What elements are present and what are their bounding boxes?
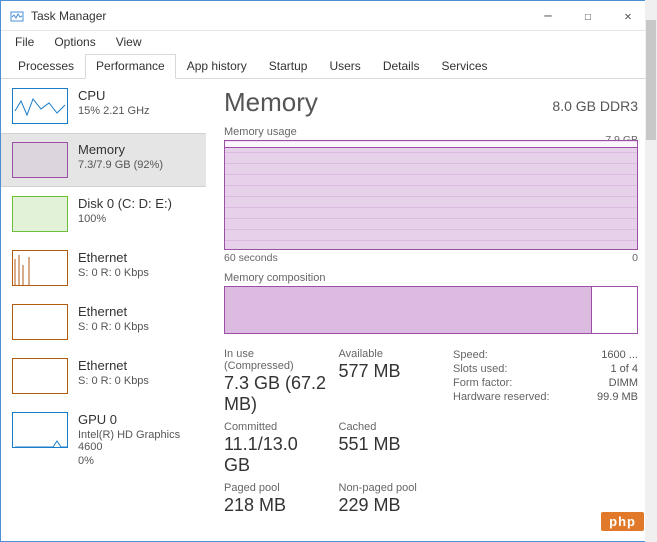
cached-value: 551 MB [339, 434, 442, 455]
sidebar-item-title: GPU 0 [78, 412, 195, 427]
thumb-graph [12, 88, 68, 124]
memory-composition-graph[interactable] [224, 286, 638, 334]
memory-usage-graph[interactable] [224, 140, 638, 250]
spec-key: Speed: [453, 349, 488, 361]
thumb-graph [12, 304, 68, 340]
thumb-graph [12, 250, 68, 286]
page-title: Memory [224, 87, 318, 118]
composition-label: Memory composition [224, 272, 638, 284]
composition-available [592, 287, 637, 333]
sidebar-item-title: Ethernet [78, 250, 149, 265]
thumb-graph [12, 412, 68, 448]
tab-performance[interactable]: Performance [85, 54, 176, 79]
thumb-graph [12, 358, 68, 394]
sidebar-item-ethernet[interactable]: Ethernet S: 0 R: 0 Kbps [1, 349, 206, 403]
sidebar-item-sub: 100% [78, 213, 172, 225]
sidebar-item-ethernet[interactable]: Ethernet S: 0 R: 0 Kbps [1, 241, 206, 295]
content: CPU 15% 2.21 GHz Memory 7.3/7.9 GB (92%) Dis… [1, 79, 656, 541]
menu-view[interactable]: View [106, 33, 152, 51]
sidebar-item-title: CPU [78, 88, 150, 103]
in-use-value: 7.3 GB (67.2 MB) [224, 373, 327, 415]
spec-row: Hardware reserved: 99.9 MB [453, 390, 638, 404]
x-axis-left: 60 seconds [224, 252, 278, 264]
committed-value: 11.1/13.0 GB [224, 434, 327, 476]
app-icon [9, 8, 25, 24]
spec-value: 1 of 4 [610, 363, 638, 375]
window-title: Task Manager [31, 9, 528, 23]
spec-value: 1600 ... [601, 349, 638, 361]
sidebar-item-sub: S: 0 R: 0 Kbps [78, 267, 149, 279]
cached-label: Cached [339, 421, 442, 433]
titlebar: Task Manager ─ ☐ ✕ [1, 1, 656, 31]
sidebar-item-sub: 15% 2.21 GHz [78, 105, 150, 117]
close-button[interactable]: ✕ [608, 2, 648, 30]
nonpaged-value: 229 MB [339, 495, 442, 516]
hardware-specs: Speed:1600 ...Slots used:1 of 4Form fact… [453, 348, 638, 522]
sidebar-item-memory[interactable]: Memory 7.3/7.9 GB (92%) [1, 133, 206, 187]
sidebar-item-title: Memory [78, 142, 163, 157]
spec-key: Hardware reserved: [453, 391, 550, 403]
sidebar-item-sub: 7.3/7.9 GB (92%) [78, 159, 163, 171]
watermark: php [601, 512, 644, 531]
spec-row: Slots used: 1 of 4 [453, 362, 638, 376]
spec-key: Slots used: [453, 363, 507, 375]
sidebar-item-sub: Intel(R) HD Graphics 4600 [78, 429, 195, 453]
sidebar-item-gpu-0[interactable]: GPU 0 Intel(R) HD Graphics 4600 0% [1, 403, 206, 476]
thumb-graph [12, 142, 68, 178]
spec-row: Form factor: DIMM [453, 376, 638, 390]
sidebar-item-sub: S: 0 R: 0 Kbps [78, 321, 149, 333]
committed-label: Committed [224, 421, 327, 433]
sidebar-item-disk-0-c-d-e-[interactable]: Disk 0 (C: D: E:) 100% [1, 187, 206, 241]
sidebar: CPU 15% 2.21 GHz Memory 7.3/7.9 GB (92%) Dis… [1, 79, 206, 541]
available-value: 577 MB [339, 361, 442, 382]
x-axis-right: 0 [632, 252, 638, 264]
thumb-graph [12, 196, 68, 232]
tabs: Processes Performance App history Startu… [1, 53, 656, 79]
maximize-button[interactable]: ☐ [568, 2, 608, 30]
tab-services[interactable]: Services [431, 54, 499, 78]
sidebar-item-sub: S: 0 R: 0 Kbps [78, 375, 149, 387]
paged-value: 218 MB [224, 495, 327, 516]
sidebar-item-title: Ethernet [78, 304, 149, 319]
menu-file[interactable]: File [5, 33, 44, 51]
usage-graph-label: Memory usage [224, 126, 638, 138]
spec-key: Form factor: [453, 377, 512, 389]
nonpaged-label: Non-paged pool [339, 482, 442, 494]
spec-value: 99.9 MB [597, 391, 638, 403]
memory-spec: 8.0 GB DDR3 [552, 98, 638, 114]
sidebar-item-title: Disk 0 (C: D: E:) [78, 196, 172, 211]
in-use-label: In use (Compressed) [224, 348, 327, 372]
sidebar-item-ethernet[interactable]: Ethernet S: 0 R: 0 Kbps [1, 295, 206, 349]
tab-details[interactable]: Details [372, 54, 431, 78]
composition-in-use [225, 287, 592, 333]
paged-label: Paged pool [224, 482, 327, 494]
tab-app-history[interactable]: App history [176, 54, 258, 78]
tab-processes[interactable]: Processes [7, 54, 85, 78]
spec-value: DIMM [609, 377, 638, 389]
sidebar-item-title: Ethernet [78, 358, 149, 373]
menu-options[interactable]: Options [44, 33, 105, 51]
tab-users[interactable]: Users [318, 54, 371, 78]
main-panel: Memory 8.0 GB DDR3 Memory usage 7.9 GB 6… [206, 79, 656, 541]
tab-startup[interactable]: Startup [258, 54, 319, 78]
sidebar-item-cpu[interactable]: CPU 15% 2.21 GHz [1, 79, 206, 133]
available-label: Available [339, 348, 442, 360]
spec-row: Speed: 1600 ... [453, 348, 638, 362]
sidebar-item-sub2: 0% [78, 455, 195, 467]
minimize-button[interactable]: ─ [528, 2, 568, 30]
menubar: File Options View [1, 31, 656, 53]
